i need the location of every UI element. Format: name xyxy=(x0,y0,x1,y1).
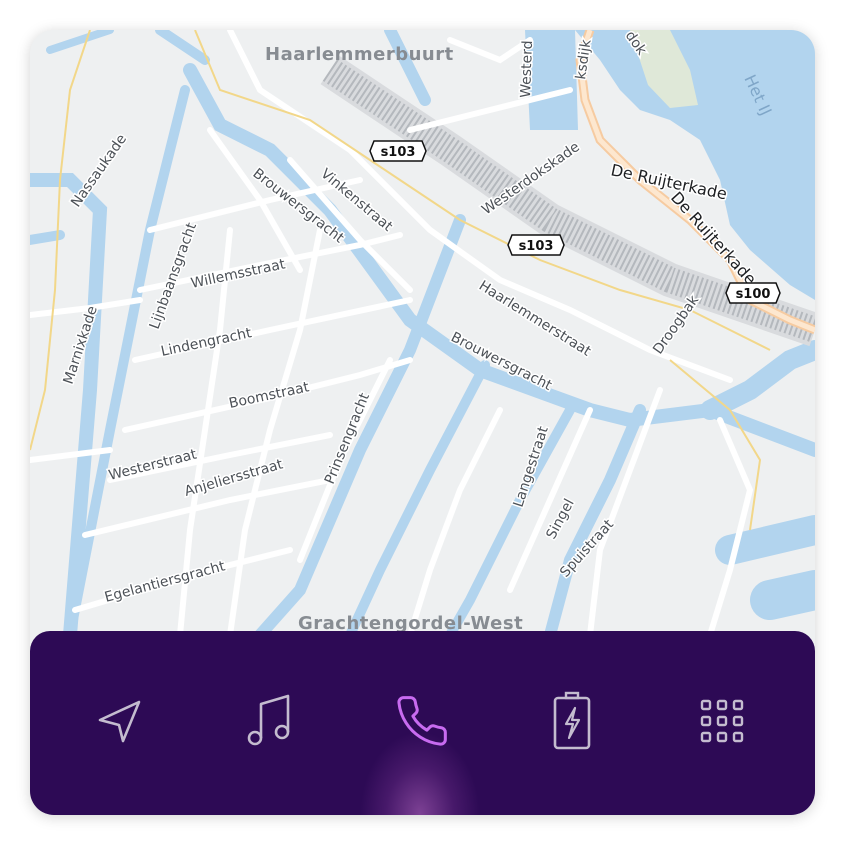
navigation-arrow-icon xyxy=(98,700,141,743)
route-shield: s103 xyxy=(369,140,427,162)
route-shield: s100 xyxy=(725,282,781,304)
nav-button-phone[interactable]: phone xyxy=(382,681,462,761)
app-grid-icon xyxy=(700,699,744,743)
phone-icon xyxy=(397,696,447,746)
map-view[interactable]: Haarlemmerbuurt Grachtengordel-West Het … xyxy=(30,30,815,635)
svg-text:s100: s100 xyxy=(736,287,771,302)
nav-button-apps[interactable]: apps xyxy=(682,681,762,761)
nav-button-navigation[interactable]: navigation xyxy=(80,681,160,761)
route-shield: s103 xyxy=(507,234,565,256)
bottom-nav-bar: navigation music phone battery xyxy=(30,631,815,815)
street-label-westerdok-partial: Westerd xyxy=(518,40,536,98)
battery-charging-icon xyxy=(553,691,591,750)
music-note-icon xyxy=(247,694,290,746)
device-screen: Haarlemmerbuurt Grachtengordel-West Het … xyxy=(30,30,815,815)
nav-button-battery[interactable]: battery xyxy=(532,681,612,761)
district-label-haarlemmerbuurt: Haarlemmerbuurt xyxy=(265,44,454,65)
svg-text:s103: s103 xyxy=(519,239,554,254)
map-canvas[interactable]: Haarlemmerbuurt Grachtengordel-West Het … xyxy=(30,30,815,635)
nav-button-music[interactable]: music xyxy=(230,681,310,761)
svg-text:s103: s103 xyxy=(381,145,416,160)
